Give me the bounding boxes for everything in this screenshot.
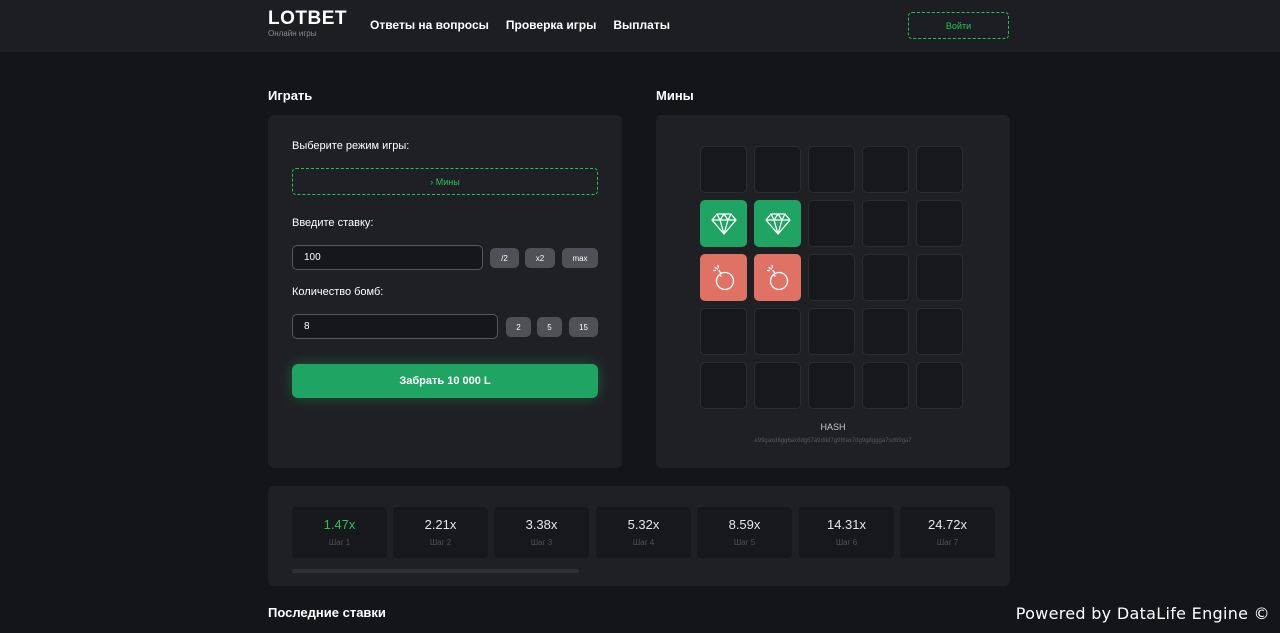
step-card: 8.59x Шаг 5: [697, 507, 792, 558]
recent-bets-title: Последние ставки: [268, 605, 386, 620]
play-section-title: Играть: [268, 88, 313, 103]
top-header: LOTBET Онлайн игры Ответы на вопросы Про…: [0, 0, 1280, 52]
step-multiplier: 2.21x: [424, 517, 457, 532]
mine-cell-empty[interactable]: [916, 254, 963, 301]
mine-cell-empty[interactable]: [862, 200, 909, 247]
bet-double-button[interactable]: x2: [525, 248, 555, 268]
mines-grid: [700, 146, 963, 409]
mine-cell-empty[interactable]: [808, 362, 855, 409]
mode-label: Выберите режим игры:: [292, 140, 410, 152]
step-label: Шаг 2: [429, 538, 452, 547]
main-nav: Ответы на вопросы Проверка игры Выплаты: [370, 18, 670, 32]
mine-cell-empty[interactable]: [754, 362, 801, 409]
mine-cell-empty[interactable]: [808, 200, 855, 247]
step-label: Шаг 3: [530, 538, 553, 547]
mine-cell-empty[interactable]: [916, 308, 963, 355]
mine-cell-empty[interactable]: [754, 146, 801, 193]
step-multiplier: 8.59x: [728, 517, 761, 532]
nav-faq-link[interactable]: Ответы на вопросы: [370, 18, 489, 32]
step-multiplier: 3.38x: [525, 517, 558, 532]
step-label: Шаг 4: [632, 538, 655, 547]
bet-max-button[interactable]: max: [562, 248, 598, 268]
nav-payouts-link[interactable]: Выплаты: [613, 18, 670, 32]
bombs-label: Количество бомб:: [292, 286, 384, 298]
bombs-15-button[interactable]: 15: [569, 317, 598, 337]
step-label: Шаг 1: [328, 538, 351, 547]
mine-cell-empty[interactable]: [862, 146, 909, 193]
mine-cell-empty[interactable]: [862, 254, 909, 301]
hash-value: e99gaxd6gg6ax8dg67a9d8d7g9f6ax7dg9g8ggga…: [754, 438, 912, 444]
mines-section-title: Мины: [656, 88, 694, 103]
bet-input[interactable]: 100: [292, 245, 483, 270]
mine-cell-empty[interactable]: [862, 362, 909, 409]
powered-by-footer: Powered by DataLife Engine ©: [1015, 604, 1270, 623]
mine-cell-bomb[interactable]: [754, 254, 801, 301]
step-label: Шаг 6: [835, 538, 858, 547]
mine-cell-empty[interactable]: [700, 362, 747, 409]
step-multiplier: 14.31x: [826, 517, 867, 532]
mine-cell-empty[interactable]: [700, 308, 747, 355]
mine-cell-empty[interactable]: [700, 146, 747, 193]
diamond-icon: [710, 211, 738, 237]
diamond-icon: [764, 211, 792, 237]
bomb-icon: [710, 264, 738, 292]
step-card: 5.32x Шаг 4: [596, 507, 691, 558]
mine-cell-empty[interactable]: [916, 146, 963, 193]
mine-cell-empty[interactable]: [862, 308, 909, 355]
step-label: Шаг 5: [733, 538, 756, 547]
step-card: 24.72x Шаг 7: [900, 507, 995, 558]
step-label: Шаг 7: [936, 538, 959, 547]
step-multiplier: 1.47x: [323, 517, 356, 532]
hash-label: HASH: [820, 422, 846, 432]
mine-cell-empty[interactable]: [916, 200, 963, 247]
mine-cell-empty[interactable]: [808, 254, 855, 301]
mine-cell-gem[interactable]: [700, 200, 747, 247]
step-card: 2.21x Шаг 2: [393, 507, 488, 558]
mine-cell-empty[interactable]: [808, 308, 855, 355]
bombs-count-input[interactable]: 8: [292, 314, 498, 339]
logo[interactable]: LOTBET Онлайн игры: [268, 8, 347, 39]
login-button[interactable]: Войти: [908, 12, 1009, 39]
step-multiplier: 24.72x: [927, 517, 968, 532]
step-card: 14.31x Шаг 6: [799, 507, 894, 558]
bombs-2-button[interactable]: 2: [506, 317, 531, 337]
step-multiplier: 5.32x: [627, 517, 660, 532]
step-card: 3.38x Шаг 3: [494, 507, 589, 558]
bomb-icon: [764, 264, 792, 292]
game-mode-select[interactable]: › Мины: [292, 168, 598, 195]
cashout-button[interactable]: Забрать 10 000 L: [292, 364, 598, 398]
mine-cell-bomb[interactable]: [700, 254, 747, 301]
mine-cell-gem[interactable]: [754, 200, 801, 247]
bombs-5-button[interactable]: 5: [537, 317, 562, 337]
mine-cell-empty[interactable]: [754, 308, 801, 355]
logo-text: LOTBET: [268, 8, 347, 29]
bet-label: Введите ставку:: [292, 217, 374, 229]
logo-subtitle: Онлайн игры: [268, 29, 317, 38]
bet-half-button[interactable]: /2: [490, 248, 519, 268]
mine-cell-empty[interactable]: [808, 146, 855, 193]
nav-game-check-link[interactable]: Проверка игры: [506, 18, 596, 32]
steps-scrollbar[interactable]: [292, 569, 579, 573]
mine-cell-empty[interactable]: [916, 362, 963, 409]
step-card: 1.47x Шаг 1: [292, 507, 387, 558]
